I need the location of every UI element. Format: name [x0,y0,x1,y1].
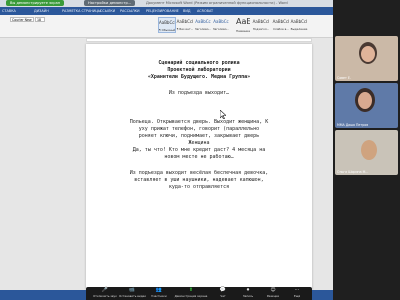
avatar [358,92,372,109]
style-title[interactable]: АаБ Название [236,17,250,33]
doc-title-line: «Хранители Будущего. Медиа Группа» [147,74,251,80]
style-label: Подзагол... [252,27,270,31]
style-label: Слабое в... [273,27,289,31]
tab-references[interactable]: ССЫЛКИ [100,9,115,13]
document-page[interactable]: Сценарий социального ролика Проектной ла… [86,44,312,290]
doc-paragraph-line: куда-то отправляется [168,184,230,190]
style-label: Заголово... [212,27,230,31]
horizontal-ruler [86,38,312,42]
tab-mailings[interactable]: РАССЫЛКИ [120,9,140,13]
doc-paragraph-line: вставляет в уши наушники, надевает капюш… [134,177,264,183]
tab-review[interactable]: РЕЦЕНЗИРОВАНИЕ [146,9,179,13]
reactions-button[interactable]: 😊 Реакции [260,287,286,300]
style-sample: AaBbCcI [176,19,194,24]
tab-acrobat[interactable]: ACROBAT [197,9,213,13]
tab-view[interactable]: ВИД [183,9,191,13]
avatar [361,46,375,62]
participants-icon: 👥 [155,287,163,293]
style-sample: AaBbCc [195,19,211,24]
chat-icon: 💬 [219,287,227,293]
style-sample: AaBbCcI [252,19,270,24]
mute-button[interactable]: 🎤 Отключить звук [92,287,118,300]
style-normal[interactable]: AaBbCcI ¶ Обычный [158,17,176,33]
style-label: ¶ Обычный [159,28,175,32]
ribbon-tabs: СТАВКА ДИЗАЙН РАЗМЕТКА СТРАНИЦЫ ССЫЛКИ Р… [0,7,333,15]
record-icon: ⏺ [246,287,250,293]
participant-video[interactable]: Ольга Шорина М... [335,130,398,175]
doc-paragraph-line: Женщина [188,140,210,146]
doc-paragraph-line: новом месте не работаю… [164,154,234,160]
microphone-icon: 🎤 [101,287,109,293]
style-no-spacing[interactable]: AaBbCcI ¶ Без инт... [176,17,194,33]
more-button[interactable]: ⋯ Ещё [285,287,309,300]
style-label: Название [236,29,250,33]
style-heading-2[interactable]: AaBbCc Заголово... [212,17,230,33]
doc-paragraph-line: Из подъезда выходит весёлая беспечная де… [129,170,269,176]
participants-panel: Совет Е. ММА Даша Петров Ольга Шорина М.… [333,0,400,300]
share-screen-icon: ⬆ [188,287,194,293]
participant-video[interactable]: Совет Е. [335,36,398,81]
style-sample: AaBbCc [213,19,229,24]
style-label: ¶ Без инт... [176,27,194,31]
button-label: Демонстрация экрана [174,294,208,298]
video-camera-icon: 📹 [128,287,136,293]
style-emphasis[interactable]: AaBbCcI Выделение [290,17,308,33]
participant-name: Совет Е. [337,76,351,80]
style-label: Заголово... [194,27,212,31]
share-screen-button[interactable]: ⬆ Демонстрация экрана [173,287,209,300]
ribbon: Courier New 18 AaBbCcI ¶ Обычный AaBbCcI… [0,15,333,38]
mouse-cursor-icon [219,109,227,121]
style-sample: AaBbCcI [272,19,290,24]
participants-button[interactable]: 👥 Участники [146,287,172,300]
doc-paragraph-line: Из подъезда выходит… [168,90,230,96]
participant-name: Ольга Шорина М... [337,170,369,174]
doc-paragraph-line: Да, ты что! Кто мне кредит даст? 4 месяц… [132,147,266,153]
button-label: Ещё [293,294,301,298]
style-subtle-emphasis[interactable]: AaBbCcI Слабое в... [272,17,290,33]
font-name-select[interactable]: Courier New [10,17,34,22]
font-size-select[interactable]: 18 [35,17,45,22]
document-title: Документ Microsoft Word (Режим ограничен… [146,1,288,5]
meeting-toolbar: 🎤 Отключить звук 📹 Остановить видео 👥 Уч… [86,287,312,300]
stop-video-button[interactable]: 📹 Остановить видео [119,287,147,300]
button-label: Остановить видео [119,294,147,298]
doc-title-line: Проектной лаборатории [167,67,231,73]
doc-paragraph-line: Польеца. Открывается дверь. Выходит женщ… [129,119,269,125]
participant-video[interactable]: ММА Даша Петров [335,83,398,128]
share-settings-button[interactable]: Настройки демонстр... [84,0,136,6]
participant-name: ММА Даша Петров [337,123,369,127]
smile-icon: 😊 [270,287,276,293]
tab-layout[interactable]: РАЗМЕТКА СТРАНИЦЫ [62,9,101,13]
style-sample: AaBbCcI [159,20,175,25]
style-subtitle[interactable]: AaBbCcI Подзагол... [252,17,270,33]
screen-share-indicator[interactable]: Вы демонстрируете экран [6,0,65,6]
style-label: Выделение [290,27,308,31]
chat-button[interactable]: 💬 Чат [210,287,236,300]
button-label: Реакции [266,294,280,298]
doc-title-line: Сценарий социального ролика [158,60,240,66]
more-icon: ⋯ [294,287,300,293]
record-button[interactable]: ⏺ Запись [235,287,261,300]
style-sample: AaBbCcI [290,19,308,24]
tab-design[interactable]: ДИЗАЙН [34,9,49,13]
style-sample: АаБ [236,17,250,26]
avatar [361,140,377,160]
style-heading-1[interactable]: AaBbCc Заголово... [194,17,212,33]
tab-insert[interactable]: СТАВКА [2,9,16,13]
button-label: Отключить звук [93,294,117,298]
doc-paragraph-line: роняет ключи, поднимает, закрывает дверь [138,133,260,139]
participant-video[interactable] [335,177,398,222]
button-label: Чат [220,294,226,298]
button-label: Участники [151,294,167,298]
doc-paragraph-line: уху прижат телефон, говорит (параллельно [138,126,260,132]
button-label: Запись [242,294,254,298]
